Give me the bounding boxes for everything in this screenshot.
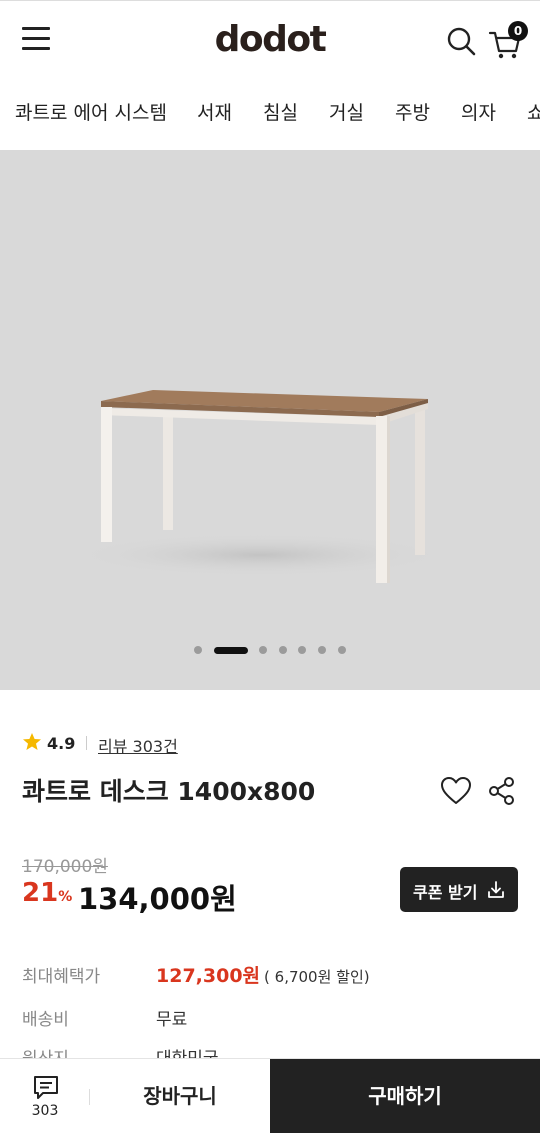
nav-item-bedroom[interactable]: 침실 <box>263 98 298 125</box>
benefit-price-row: 최대혜택가 127,300원( 6,700원 할인) <box>22 962 522 988</box>
gallery-dot[interactable] <box>259 646 267 654</box>
star-icon <box>23 733 41 750</box>
gallery-dot[interactable] <box>298 646 306 654</box>
benefit-price: 127,300원 <box>156 965 261 987</box>
gallery-pagination <box>0 646 540 656</box>
share-icon[interactable] <box>488 776 516 806</box>
coupon-download-button[interactable]: 쿠폰 받기 <box>400 867 518 912</box>
nav-item-chair[interactable]: 의자 <box>461 98 496 125</box>
nav-item-quattro-air[interactable]: 콰트로 에어 시스템 <box>15 98 167 125</box>
rating-value: 4.9 <box>47 734 76 753</box>
bottom-action-bar: 303 장바구니 구매하기 <box>0 1058 540 1133</box>
gallery-dot-active[interactable] <box>214 647 248 654</box>
benefit-value: 127,300원( 6,700원 할인) <box>156 961 370 988</box>
review-chat-button[interactable]: 303 <box>0 1059 90 1133</box>
product-image-gallery[interactable] <box>0 150 540 690</box>
header: dodot 0 <box>0 0 540 78</box>
buy-now-button[interactable]: 구매하기 <box>270 1059 540 1133</box>
coupon-label: 쿠폰 받기 <box>413 883 478 902</box>
chat-count: 303 <box>31 1103 59 1119</box>
nav-item-more[interactable]: 쇼 <box>527 98 540 125</box>
search-icon[interactable] <box>445 25 477 57</box>
nav-item-study[interactable]: 서재 <box>197 98 232 125</box>
nav-item-living[interactable]: 거실 <box>329 98 364 125</box>
product-title: 콰트로 데스크 1400x800 <box>22 777 316 806</box>
gallery-dot[interactable] <box>194 646 202 654</box>
chat-icon <box>34 1076 58 1099</box>
shipping-value: 무료 <box>156 1010 188 1030</box>
add-to-cart-button[interactable]: 장바구니 <box>90 1059 270 1133</box>
cart-count-badge: 0 <box>508 21 528 41</box>
discount-rate: 21% <box>22 878 72 908</box>
cart-button[interactable]: 0 <box>488 21 530 61</box>
product-desk-image <box>70 390 450 583</box>
benefit-discount-note: ( 6,700원 할인) <box>264 968 370 986</box>
original-price: 170,000원 <box>22 857 108 877</box>
discount-unit: % <box>58 889 73 905</box>
nav-item-kitchen[interactable]: 주방 <box>395 98 430 125</box>
discount-number: 21 <box>22 878 59 908</box>
review-count-link[interactable]: 리뷰 303건 <box>98 733 178 757</box>
sale-price: 134,000원 <box>78 882 237 916</box>
gallery-dot[interactable] <box>318 646 326 654</box>
shipping-label: 배송비 <box>22 1010 69 1030</box>
divider <box>86 736 87 750</box>
shipping-row: 배송비 무료 <box>22 1005 522 1031</box>
gallery-dot[interactable] <box>338 646 346 654</box>
download-icon <box>488 881 504 898</box>
category-nav: 콰트로 에어 시스템 서재 침실 거실 주방 의자 쇼 <box>0 84 540 140</box>
heart-icon[interactable] <box>440 776 472 806</box>
gallery-dot[interactable] <box>279 646 287 654</box>
benefit-label: 최대혜택가 <box>22 967 101 987</box>
